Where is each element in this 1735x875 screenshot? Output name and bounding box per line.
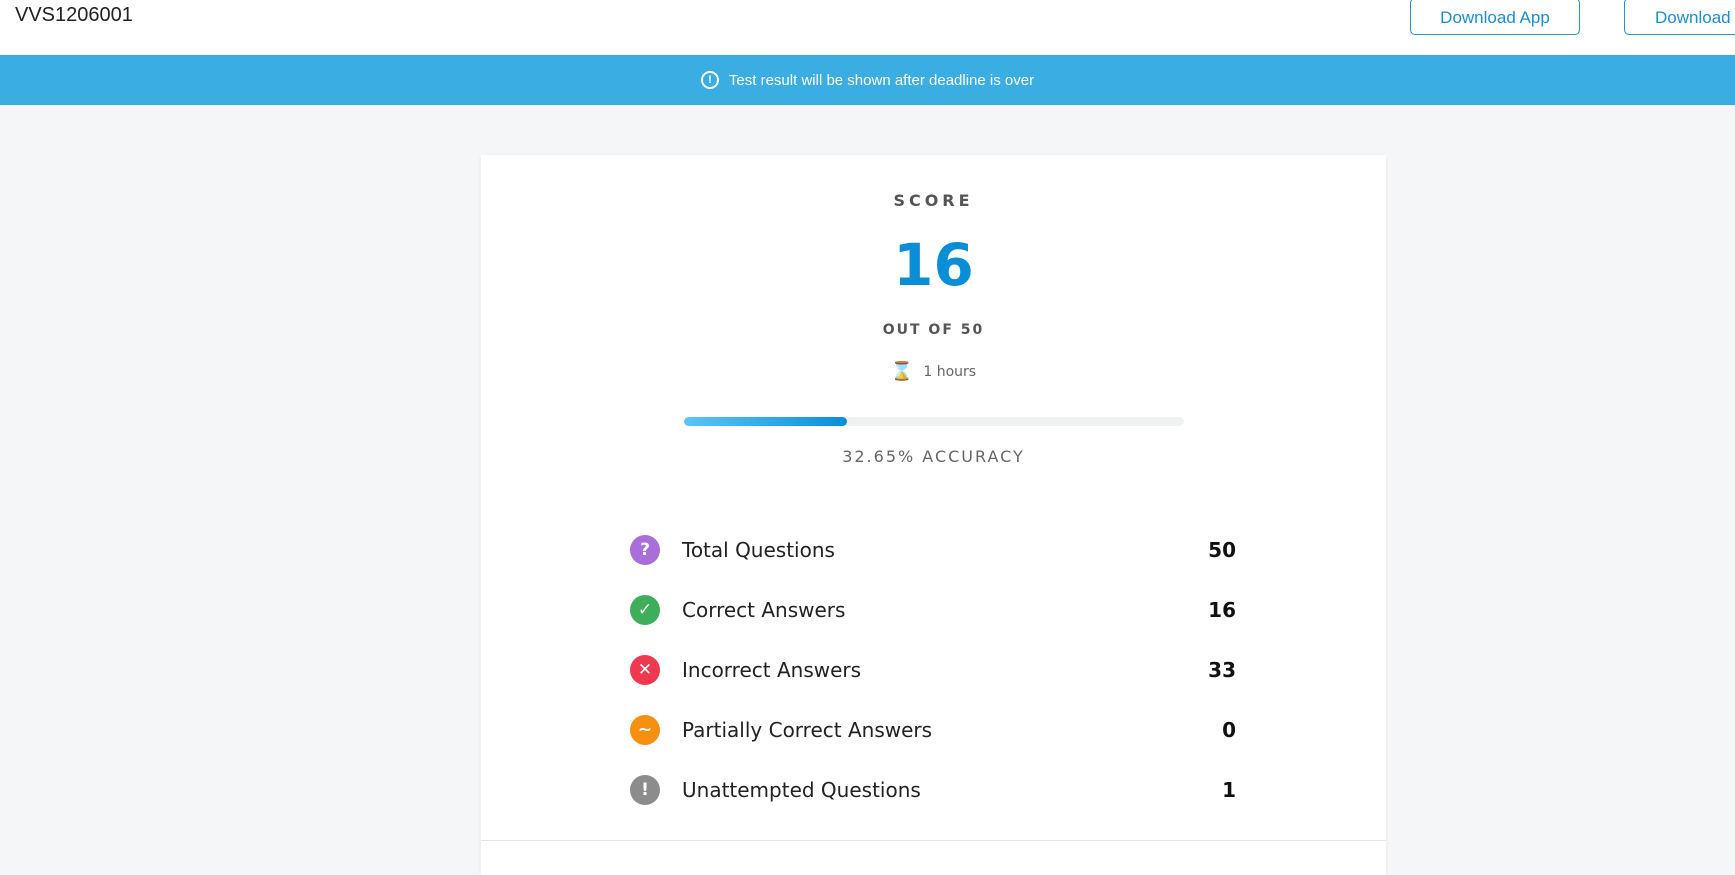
download-app-button[interactable]: Download App xyxy=(1410,0,1580,35)
duration: ⌛ 1 hours xyxy=(481,361,1386,382)
stat-value: 1 xyxy=(1222,778,1236,802)
stat-row-correct-answers: ✓ Correct Answers 16 xyxy=(630,580,1236,640)
stats-list: ? Total Questions 50 ✓ Correct Answers 1… xyxy=(630,520,1236,820)
download-button[interactable]: Download xyxy=(1624,0,1735,35)
stat-value: 16 xyxy=(1208,598,1236,622)
stat-row-total-questions: ? Total Questions 50 xyxy=(630,520,1236,580)
stat-value: 33 xyxy=(1208,658,1236,682)
tilde-icon: ~ xyxy=(630,715,660,745)
exclamation-circle-icon: ! xyxy=(700,71,719,89)
score-total: OUT OF 50 xyxy=(882,322,985,338)
stat-row-incorrect-answers: ✕ Incorrect Answers 33 xyxy=(630,640,1236,700)
exclamation-icon: ! xyxy=(630,775,660,805)
page-title: VVS1206001 xyxy=(15,4,133,26)
card-divider xyxy=(481,840,1386,841)
stat-value: 0 xyxy=(1222,718,1236,742)
accuracy-progress-fill xyxy=(684,417,848,426)
duration-text: 1 hours xyxy=(923,363,977,380)
stat-label: Total Questions xyxy=(682,538,835,562)
stat-label: Unattempted Questions xyxy=(682,778,921,802)
accuracy-progress-bar xyxy=(684,417,1184,426)
top-bar: VVS1206001 Download App Download xyxy=(0,0,1735,55)
score-label: SCORE xyxy=(893,191,974,210)
question-icon: ? xyxy=(630,535,660,565)
info-banner: ! Test result will be shown after deadli… xyxy=(0,55,1735,105)
stat-label: Correct Answers xyxy=(682,598,846,622)
hourglass-icon: ⌛ xyxy=(890,361,914,382)
stat-row-unattempted-questions: ! Unattempted Questions 1 xyxy=(630,760,1236,820)
accuracy-text: 32.65% ACCURACY xyxy=(842,447,1025,466)
stat-row-partially-correct-answers: ~ Partially Correct Answers 0 xyxy=(630,700,1236,760)
cross-icon: ✕ xyxy=(630,655,660,685)
score-value: 16 xyxy=(893,231,974,299)
check-icon: ✓ xyxy=(630,595,660,625)
result-card: SCORE 16 OUT OF 50 ⌛ 1 hours 32.65% ACCU… xyxy=(481,155,1386,875)
stat-label: Partially Correct Answers xyxy=(682,718,933,742)
stat-value: 50 xyxy=(1208,538,1236,562)
banner-message: Test result will be shown after deadline… xyxy=(728,71,1035,89)
stat-label: Incorrect Answers xyxy=(682,658,862,682)
